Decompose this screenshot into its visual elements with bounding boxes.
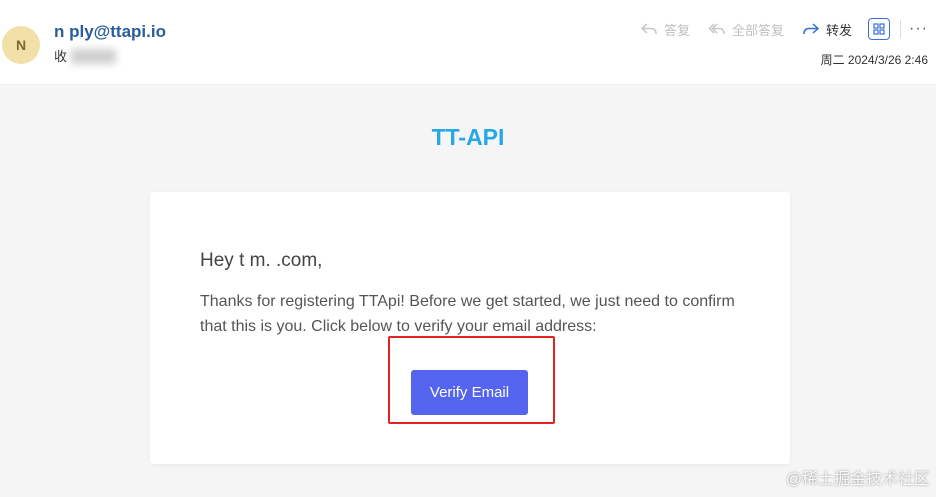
more-options-button[interactable]: ···: [909, 20, 928, 38]
email-header: N n ply@ttapi.io 收 masked 答复 全部答复 转发: [0, 0, 936, 85]
recipient-label: 收: [54, 49, 68, 64]
reply-label: 答复: [663, 22, 690, 38]
reply-button[interactable]: 答复: [640, 20, 690, 39]
recipient-row: 收 masked: [54, 46, 117, 65]
grid-icon: [873, 23, 885, 35]
recipient-redacted: masked: [70, 49, 117, 64]
forward-icon: [803, 23, 820, 35]
email-card: Hey t m. .com, Thanks for registering TT…: [150, 192, 790, 464]
sender-avatar[interactable]: N: [2, 26, 40, 64]
greeting: Hey t m. .com,: [200, 250, 323, 271]
brand-title: TT-API: [431, 124, 505, 150]
reply-all-button[interactable]: 全部答复: [708, 20, 784, 39]
reply-all-icon: [708, 23, 725, 35]
action-toolbar: 答复 全部答复 转发 ···: [622, 18, 928, 40]
forward-button[interactable]: 转发: [802, 20, 852, 39]
reply-all-label: 全部答复: [731, 22, 784, 38]
message-body: Thanks for registering TTApi! Before we …: [200, 293, 735, 335]
email-datetime: 周二 2024/3/26 2:46: [820, 53, 928, 67]
reply-icon: [640, 23, 657, 35]
toolbar-divider: [900, 20, 902, 38]
verify-email-button[interactable]: Verify Email: [411, 370, 528, 415]
forward-label: 转发: [826, 22, 853, 38]
view-toggle-button[interactable]: [868, 18, 891, 40]
watermark: @稀土掘金技术社区: [785, 471, 930, 488]
sender-address[interactable]: n ply@ttapi.io: [54, 22, 166, 42]
